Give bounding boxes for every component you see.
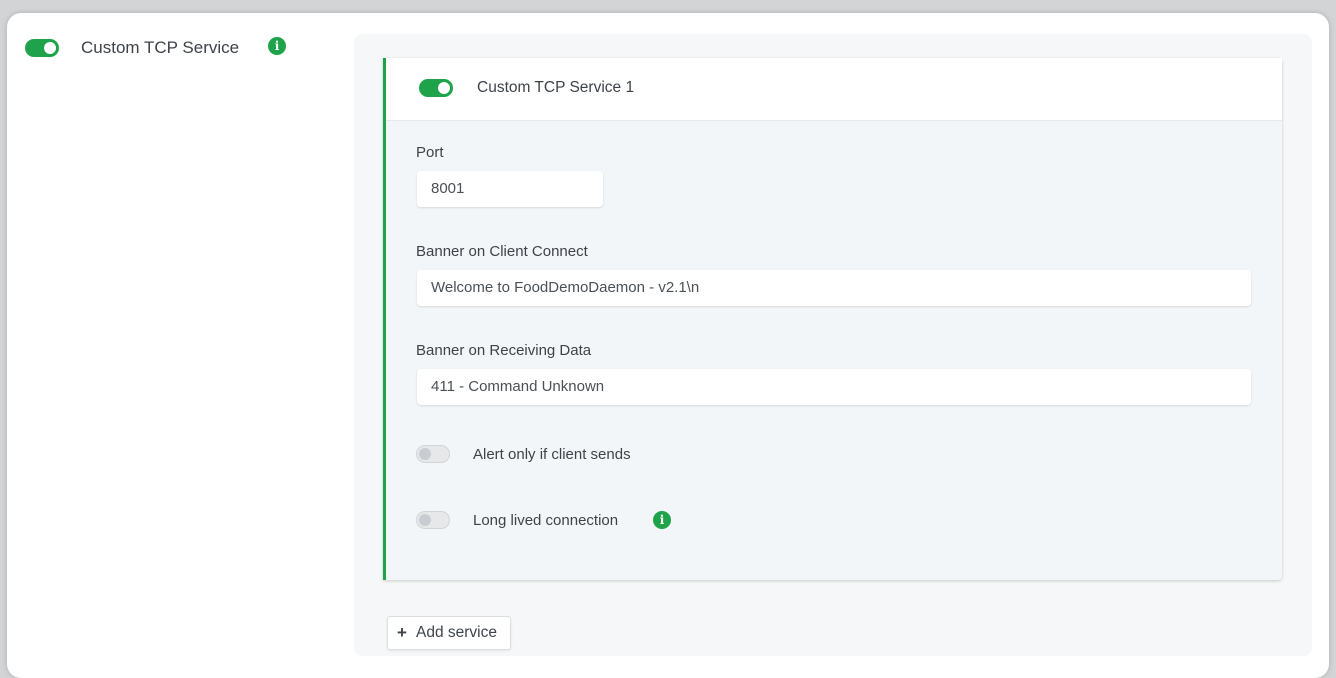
toggle-knob xyxy=(419,448,431,460)
info-icon[interactable]: i xyxy=(268,37,286,55)
banner-receive-input[interactable]: 411 - Command Unknown xyxy=(417,369,1251,405)
toggle-knob xyxy=(438,82,450,94)
settings-window: Custom TCP Service i Custom TCP Service … xyxy=(7,13,1329,678)
section-title: Custom TCP Service xyxy=(81,38,240,57)
alert-only-label: Alert only if client sends xyxy=(473,446,631,463)
banner-connect-input[interactable]: Welcome to FoodDemoDaemon - v2.1\n xyxy=(417,270,1251,306)
service-card-header: Custom TCP Service 1 xyxy=(386,58,1282,121)
add-service-label: Add service xyxy=(416,624,497,641)
port-input[interactable]: 8001 xyxy=(417,171,603,207)
plus-icon: + xyxy=(397,623,407,642)
toggle-knob xyxy=(44,42,56,54)
custom-tcp-service-toggle[interactable] xyxy=(25,39,59,57)
service-card: Custom TCP Service 1 Port 8001 Banner on… xyxy=(383,58,1282,580)
add-service-button[interactable]: + Add service xyxy=(387,616,511,650)
banner-connect-label: Banner on Client Connect xyxy=(416,243,588,260)
alert-only-toggle[interactable] xyxy=(416,445,450,463)
port-label: Port xyxy=(416,144,444,161)
services-panel: Custom TCP Service 1 Port 8001 Banner on… xyxy=(354,34,1312,656)
banner-receive-label: Banner on Receiving Data xyxy=(416,342,592,359)
service-title: Custom TCP Service 1 xyxy=(477,79,635,96)
service-enabled-toggle[interactable] xyxy=(419,79,453,97)
toggle-knob xyxy=(419,514,431,526)
info-icon[interactable]: i xyxy=(653,511,671,529)
long-lived-toggle[interactable] xyxy=(416,511,450,529)
long-lived-label: Long lived connection xyxy=(473,512,619,529)
